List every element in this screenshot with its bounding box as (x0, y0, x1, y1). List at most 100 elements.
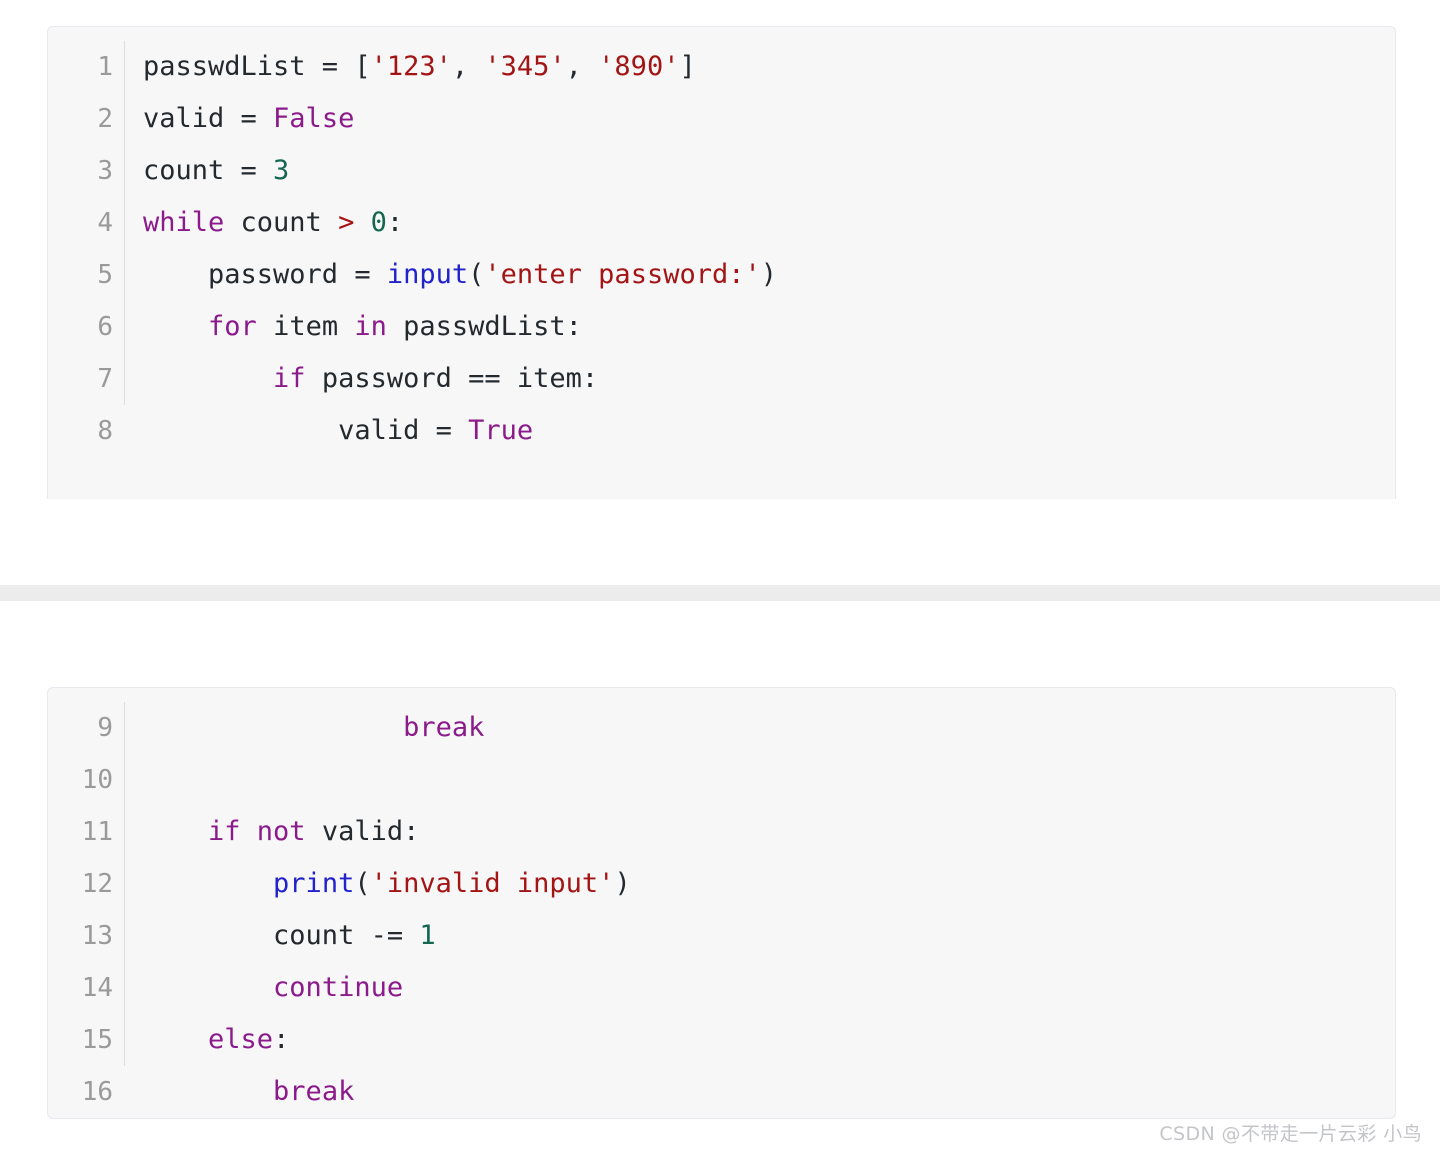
code-line: 9 break (48, 702, 1395, 754)
code-token-pl: ] (679, 51, 696, 82)
code-line-text: while count > 0: (125, 197, 1395, 249)
code-line-text: continue (125, 962, 1395, 1014)
code-line-text: for item in passwdList: (125, 301, 1395, 353)
code-token-kw: break (403, 712, 485, 743)
code-token-num: 0 (370, 207, 387, 238)
code-token-pl: ) (760, 259, 777, 290)
code-token-kw: if not (208, 816, 306, 847)
code-block-lower: 9 break 10 11 if not valid: 12 print('inval… (47, 687, 1396, 1119)
code-token-pl: : (273, 1024, 290, 1055)
line-number: 6 (97, 312, 113, 342)
line-number: 7 (97, 364, 113, 394)
code-token-pl: ) (614, 868, 631, 899)
code-token-num: 3 (273, 155, 290, 186)
section-separator-band (0, 585, 1440, 601)
code-line-text: else: (125, 1014, 1395, 1066)
code-token-str: '345' (484, 51, 566, 82)
code-token-pl: , (565, 51, 599, 82)
line-number: 10 (81, 765, 113, 795)
code-line-text: if password == item: (125, 353, 1395, 405)
code-token-pl: : (386, 207, 404, 238)
code-token-pl: count (224, 207, 339, 238)
line-number: 9 (97, 713, 113, 743)
code-line: 14 continue (48, 962, 1395, 1014)
line-number: 14 (81, 973, 113, 1003)
line-number: 3 (97, 156, 113, 186)
line-number: 15 (81, 1025, 113, 1055)
code-token-kw: if (273, 363, 306, 394)
code-token-pl: password == item: (305, 363, 599, 394)
code-token-kw: continue (273, 972, 404, 1003)
code-token-pl: count = (143, 155, 274, 186)
code-line: 1 passwdList = ['123', '345', '890'] (48, 41, 1395, 93)
code-line: 4 while count > 0: (48, 197, 1395, 249)
code-token-kw: False (273, 103, 355, 134)
code-line: 7 if password == item: (48, 353, 1395, 405)
code-line: 6 for item in passwdList: (48, 301, 1395, 353)
code-token-pl: valid = (143, 415, 469, 446)
line-number: 16 (81, 1077, 113, 1107)
code-token-fn: print (273, 868, 355, 899)
code-token-kw: while (143, 207, 225, 238)
code-line-text: valid = True (125, 405, 1395, 457)
code-token-pl: ( (354, 868, 371, 899)
code-token-str: '890' (598, 51, 680, 82)
code-token-op: > (338, 207, 355, 238)
code-line: 10 (48, 754, 1395, 806)
code-token-kw: break (273, 1076, 355, 1107)
line-number: 4 (97, 208, 113, 238)
code-line-text: passwdList = ['123', '345', '890'] (125, 41, 1395, 93)
code-token-fn: input (386, 259, 469, 290)
code-line-text: if not valid: (125, 806, 1395, 858)
code-token-pl: valid = (143, 103, 274, 134)
line-number: 13 (81, 921, 113, 951)
csdn-watermark: CSDN @不带走一片云彩 小鸟 (1159, 1123, 1422, 1145)
code-token-pl: count -= (143, 920, 420, 951)
code-line: 11 if not valid: (48, 806, 1395, 858)
code-line-text: break (125, 1066, 1395, 1118)
code-token-num: 1 (419, 920, 436, 951)
code-lines-lower: 9 break 10 11 if not valid: 12 print('inval… (48, 688, 1395, 1118)
code-token-str: 'enter password:' (484, 259, 761, 290)
line-number: 2 (97, 104, 113, 134)
code-line-text: password = input('enter password:') (125, 249, 1395, 301)
code-token-kw: True (468, 415, 534, 446)
code-token-pl: password = (143, 259, 387, 290)
code-line: 16 break (48, 1066, 1395, 1118)
code-token-pl: valid: (305, 816, 420, 847)
code-line-text: break (125, 702, 1395, 754)
code-line: 12 print('invalid input') (48, 858, 1395, 910)
code-line: 5 password = input('enter password:') (48, 249, 1395, 301)
line-number: 12 (81, 869, 113, 899)
code-token-kw: for (208, 311, 257, 342)
code-token-pl: ( (468, 259, 485, 290)
code-token-str: 'invalid input' (370, 868, 615, 899)
code-token-pl: passwdList: (386, 311, 582, 342)
code-line: 8 valid = True (48, 405, 1395, 457)
code-line-text: valid = False (125, 93, 1395, 145)
line-number: 8 (97, 416, 113, 446)
line-number: 1 (97, 52, 113, 82)
code-line: 3 count = 3 (48, 145, 1395, 197)
code-block-upper: 1 passwdList = ['123', '345', '890'] 2 vali… (47, 26, 1396, 499)
code-line: 15 else: (48, 1014, 1395, 1066)
code-token-str: '123' (370, 51, 452, 82)
code-token-kw: else (208, 1024, 274, 1055)
line-number: 5 (97, 260, 113, 290)
code-token-pl: passwdList = [ (143, 51, 371, 82)
code-lines-upper: 1 passwdList = ['123', '345', '890'] 2 vali… (48, 27, 1395, 457)
code-token-kw: in (354, 311, 387, 342)
gutter-divider (124, 754, 125, 806)
line-number: 11 (81, 817, 113, 847)
code-line: 2 valid = False (48, 93, 1395, 145)
code-line: 13 count -= 1 (48, 910, 1395, 962)
